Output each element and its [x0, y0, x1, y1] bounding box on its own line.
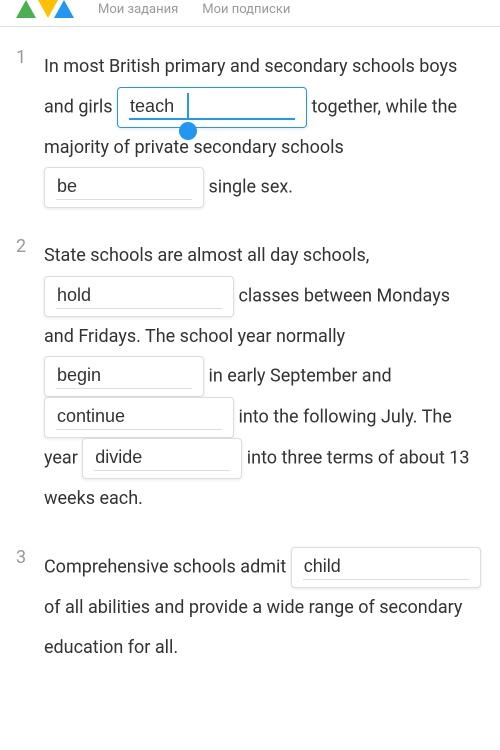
- blank-child[interactable]: [291, 547, 481, 588]
- blank-continue[interactable]: [44, 397, 234, 438]
- text-segment: State schools are almost all day schools…: [44, 245, 369, 266]
- question-body: State schools are almost all day schools…: [44, 236, 484, 519]
- question-number: 1: [16, 47, 40, 68]
- nav-my-tasks[interactable]: Мои задания: [98, 2, 178, 17]
- blank-input-wrapper: [82, 438, 242, 479]
- caret-handle-icon: [179, 122, 197, 140]
- question-body: In most British primary and secondary sc…: [44, 47, 484, 208]
- text-segment: in early September and: [208, 366, 391, 387]
- blank-input-wrapper: [117, 87, 307, 128]
- nav-my-subscriptions[interactable]: Мои подписки: [202, 2, 290, 17]
- logo-icon: [16, 0, 74, 18]
- text-segment: single sex.: [208, 176, 293, 197]
- blank-input-wrapper: [44, 397, 234, 438]
- blank-input-wrapper: [44, 276, 234, 317]
- blank-input-wrapper: [44, 356, 204, 397]
- blank-input-wrapper: [44, 167, 204, 208]
- exercise-content: 1 In most British primary and secondary …: [0, 27, 500, 715]
- text-segment: of all abilities and provide a wide rang…: [44, 597, 462, 658]
- blank-be[interactable]: [44, 167, 204, 208]
- question-1: 1 In most British primary and secondary …: [16, 47, 484, 208]
- header: Мои задания Мои подписки: [0, 0, 500, 27]
- question-body: Comprehensive schools admit of all abili…: [44, 547, 484, 667]
- question-number: 3: [16, 547, 40, 568]
- question-3: 3 Comprehensive schools admit of all abi…: [16, 547, 484, 667]
- text-segment: Comprehensive schools admit: [44, 556, 286, 577]
- caret-icon: [187, 93, 189, 119]
- blank-begin[interactable]: [44, 356, 204, 397]
- question-number: 2: [16, 236, 40, 257]
- question-2: 2 State schools are almost all day schoo…: [16, 236, 484, 519]
- blank-hold[interactable]: [44, 276, 234, 317]
- blank-teach[interactable]: [117, 87, 307, 128]
- blank-divide[interactable]: [82, 438, 242, 479]
- blank-input-wrapper: [291, 547, 481, 588]
